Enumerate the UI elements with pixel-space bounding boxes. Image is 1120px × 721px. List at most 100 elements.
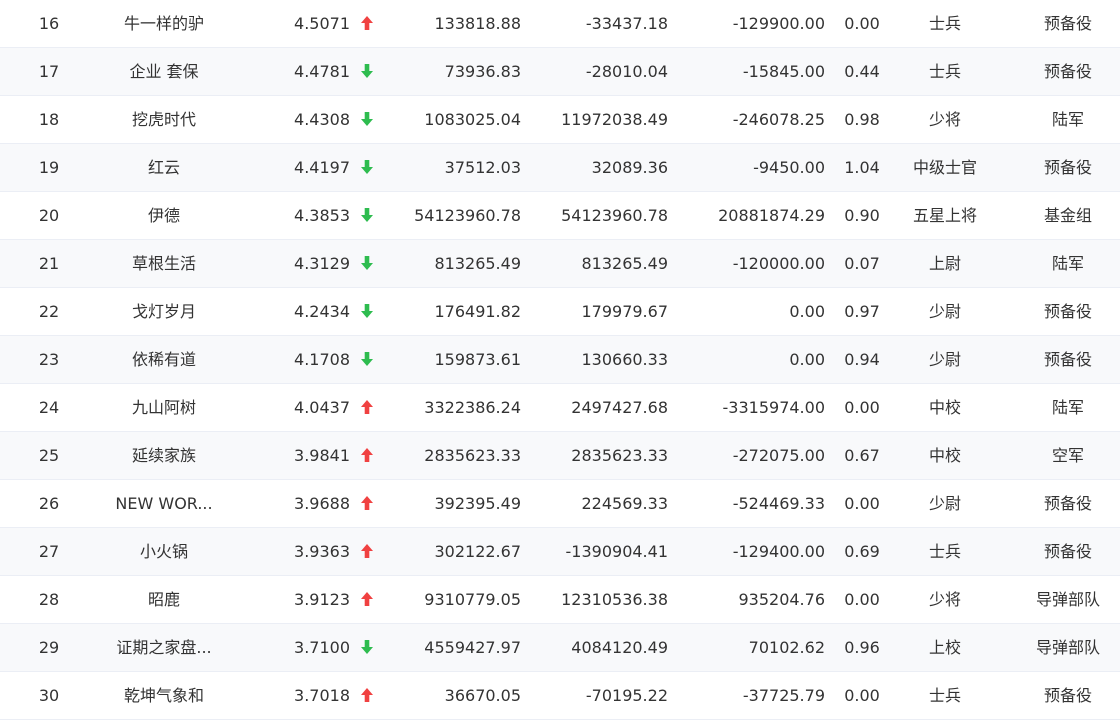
value3-cell: -3315974.00: [722, 398, 825, 417]
ratio-cell: 0.07: [844, 254, 880, 273]
arrow-down-icon: [361, 640, 373, 654]
score-cell: 4.2434: [294, 302, 350, 321]
value2-cell: 224569.33: [581, 494, 668, 513]
table-row[interactable]: 29 证期之家盘... 3.7100 4559427.97 4084120.49…: [0, 624, 1120, 672]
table-row[interactable]: 18 挖虎时代 4.4308 1083025.04 11972038.49 -2…: [0, 96, 1120, 144]
rank-cell: 16: [38, 14, 60, 33]
arrow-up-icon: [361, 688, 373, 702]
title-cell: 上尉: [928, 254, 961, 273]
arrow-up-icon: [361, 544, 373, 558]
name-cell[interactable]: 小火锅: [100, 528, 228, 576]
name-cell[interactable]: 乾坤气象和: [100, 672, 228, 720]
table-row[interactable]: 27 小火锅 3.9363 302122.67 -1390904.41 -129…: [0, 528, 1120, 576]
table-row[interactable]: 16 牛一样的驴 4.5071 133818.88 -33437.18 -129…: [0, 0, 1120, 48]
value1-cell: 36670.05: [444, 686, 521, 705]
value2-cell: 54123960.78: [561, 206, 668, 225]
rank-cell: 23: [38, 350, 60, 369]
arrow-up-icon: [361, 400, 373, 414]
table-row[interactable]: 20 伊德 4.3853 54123960.78 54123960.78 208…: [0, 192, 1120, 240]
trend-cell: [356, 144, 378, 192]
title-cell: 少尉: [928, 350, 961, 369]
score-cell: 4.3129: [294, 254, 350, 273]
table-row[interactable]: 19 红云 4.4197 37512.03 32089.36 -9450.00 …: [0, 144, 1120, 192]
rank-cell: 18: [38, 110, 60, 129]
table-row[interactable]: 23 依稀有道 4.1708 159873.61 130660.33 0.00 …: [0, 336, 1120, 384]
score-cell: 3.7100: [294, 638, 350, 657]
value1-cell: 3322386.24: [424, 398, 521, 417]
team-cell: 预备役: [1043, 494, 1092, 513]
rank-cell: 28: [38, 590, 60, 609]
ratio-cell: 0.97: [844, 302, 880, 321]
arrow-up-icon: [361, 496, 373, 510]
title-cell: 士兵: [928, 62, 961, 81]
score-cell: 3.9688: [294, 494, 350, 513]
score-cell: 4.0437: [294, 398, 350, 417]
ratio-cell: 0.00: [844, 14, 880, 33]
trend-cell: [356, 192, 378, 240]
team-cell: 陆军: [1051, 254, 1084, 273]
name-cell[interactable]: 昭鹿: [100, 576, 228, 624]
table-row[interactable]: 30 乾坤气象和 3.7018 36670.05 -70195.22 -3772…: [0, 672, 1120, 720]
ratio-cell: 1.04: [844, 158, 880, 177]
ratio-cell: 0.00: [844, 398, 880, 417]
arrow-down-icon: [361, 112, 373, 126]
value3-cell: 70102.62: [748, 638, 825, 657]
team-cell: 空军: [1051, 446, 1084, 465]
value3-cell: -129900.00: [732, 14, 825, 33]
value2-cell: 813265.49: [581, 254, 668, 273]
title-cell: 中校: [928, 446, 961, 465]
table-row[interactable]: 22 戈灯岁月 4.2434 176491.82 179979.67 0.00 …: [0, 288, 1120, 336]
team-cell: 导弹部队: [1035, 590, 1100, 609]
value1-cell: 159873.61: [434, 350, 521, 369]
title-cell: 士兵: [928, 686, 961, 705]
title-cell: 五星上将: [912, 206, 977, 225]
table-row[interactable]: 25 延续家族 3.9841 2835623.33 2835623.33 -27…: [0, 432, 1120, 480]
name-cell[interactable]: 依稀有道: [100, 336, 228, 384]
name-cell[interactable]: 戈灯岁月: [100, 288, 228, 336]
name-cell[interactable]: 草根生活: [100, 240, 228, 288]
rank-cell: 19: [38, 158, 60, 177]
ratio-cell: 0.96: [844, 638, 880, 657]
value2-cell: -70195.22: [585, 686, 668, 705]
table-row[interactable]: 17 企业 套保 4.4781 73936.83 -28010.04 -1584…: [0, 48, 1120, 96]
ratio-cell: 0.00: [844, 494, 880, 513]
value3-cell: 0.00: [789, 350, 825, 369]
trend-cell: [356, 336, 378, 384]
arrow-down-icon: [361, 64, 373, 78]
table-row[interactable]: 26 NEW WOR... 3.9688 392395.49 224569.33…: [0, 480, 1120, 528]
score-cell: 4.3853: [294, 206, 350, 225]
arrow-down-icon: [361, 208, 373, 222]
team-cell: 预备役: [1043, 62, 1092, 81]
value2-cell: 12310536.38: [561, 590, 668, 609]
name-cell[interactable]: 牛一样的驴: [100, 0, 228, 48]
value3-cell: -524469.33: [732, 494, 825, 513]
value2-cell: -33437.18: [585, 14, 668, 33]
team-cell: 导弹部队: [1035, 638, 1100, 657]
ratio-cell: 0.44: [844, 62, 880, 81]
table-row[interactable]: 24 九山阿树 4.0437 3322386.24 2497427.68 -33…: [0, 384, 1120, 432]
name-cell[interactable]: 红云: [100, 144, 228, 192]
value1-cell: 1083025.04: [424, 110, 521, 129]
value1-cell: 73936.83: [444, 62, 521, 81]
rank-cell: 30: [38, 686, 60, 705]
value3-cell: -272075.00: [732, 446, 825, 465]
name-cell[interactable]: NEW WOR...: [100, 480, 228, 528]
title-cell: 中级士官: [912, 158, 977, 177]
name-cell[interactable]: 延续家族: [100, 432, 228, 480]
value1-cell: 133818.88: [434, 14, 521, 33]
arrow-down-icon: [361, 304, 373, 318]
table-row[interactable]: 28 昭鹿 3.9123 9310779.05 12310536.38 9352…: [0, 576, 1120, 624]
table-row[interactable]: 21 草根生活 4.3129 813265.49 813265.49 -1200…: [0, 240, 1120, 288]
value3-cell: -15845.00: [742, 62, 825, 81]
name-cell[interactable]: 企业 套保: [100, 48, 228, 96]
value1-cell: 4559427.97: [424, 638, 521, 657]
name-cell[interactable]: 伊德: [100, 192, 228, 240]
name-cell[interactable]: 挖虎时代: [100, 96, 228, 144]
name-cell[interactable]: 九山阿树: [100, 384, 228, 432]
trend-cell: [356, 48, 378, 96]
score-cell: 3.9123: [294, 590, 350, 609]
value2-cell: 11972038.49: [561, 110, 668, 129]
arrow-down-icon: [361, 256, 373, 270]
name-cell[interactable]: 证期之家盘...: [100, 624, 228, 672]
arrow-up-icon: [361, 592, 373, 606]
